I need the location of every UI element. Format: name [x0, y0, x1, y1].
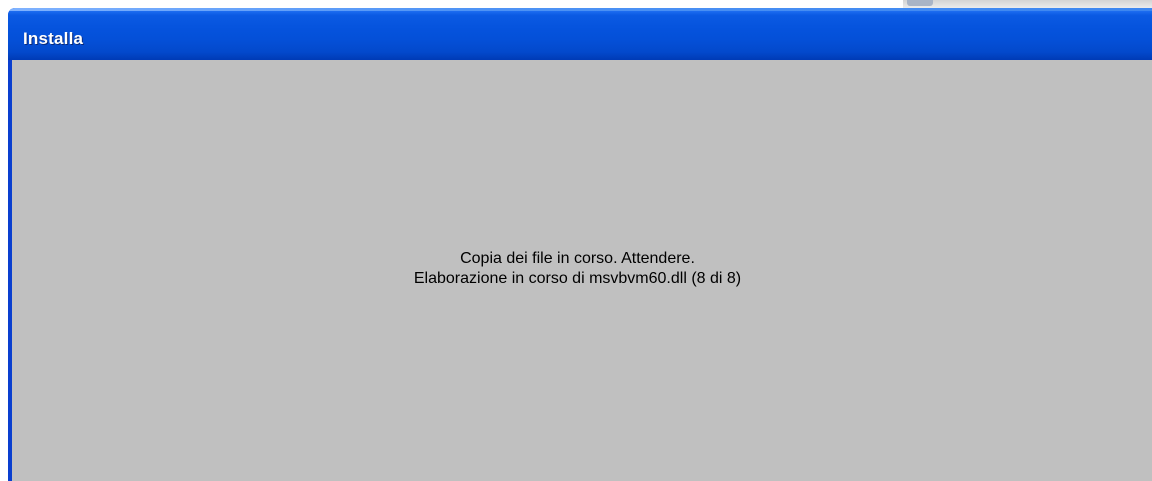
installer-client-area: Copia dei file in corso. Attendere. Elab…: [12, 60, 1152, 481]
progress-message: Copia dei file in corso. Attendere. Elab…: [12, 249, 1143, 289]
background-window-title-fragment: [907, 0, 933, 6]
installer-window: Installa Copia dei file in corso. Attend…: [8, 8, 1152, 481]
title-bar[interactable]: Installa: [8, 8, 1152, 60]
window-title: Installa: [23, 29, 84, 48]
copying-files-text: Copia dei file in corso. Attendere.: [460, 250, 695, 267]
title-bar-highlight: [8, 8, 1152, 11]
desktop: Installa Copia dei file in corso. Attend…: [0, 0, 1152, 481]
processing-file-text: Elaborazione in corso di msvbvm60.dll (8…: [413, 270, 742, 287]
